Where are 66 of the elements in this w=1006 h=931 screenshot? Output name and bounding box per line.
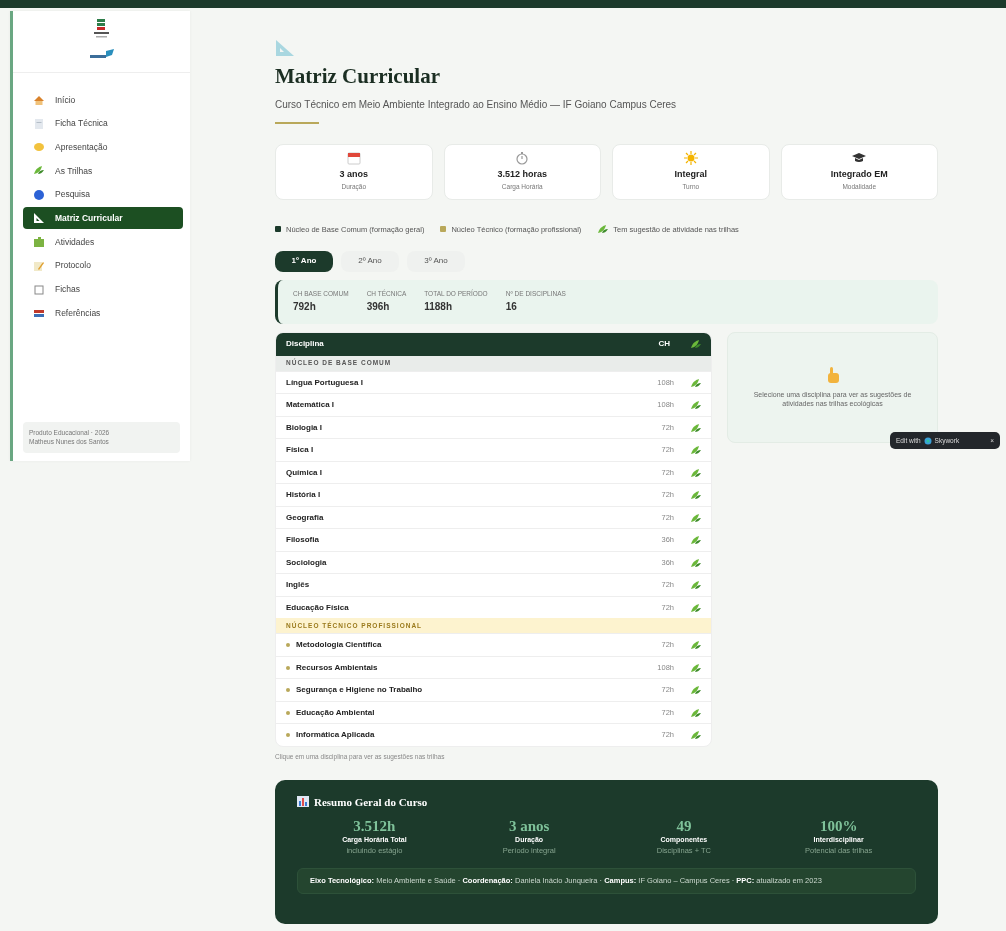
pencil-memo-icon: [33, 259, 45, 272]
fact-value: Integrado EM: [830, 168, 888, 182]
column-header: CH: [658, 338, 670, 351]
sidebar-item[interactable]: Apresentação: [23, 136, 183, 159]
subject-name: Inglês: [286, 579, 310, 591]
subject-name: Física I: [286, 444, 314, 456]
document-icon: [33, 117, 45, 130]
year-tab[interactable]: 1º Ano: [275, 250, 333, 272]
spiral-logo-icon: [923, 436, 932, 445]
year-tab[interactable]: 3º Ano: [407, 250, 465, 272]
summary-value: 792h: [293, 300, 317, 315]
subject-name: Matemática I: [286, 399, 335, 411]
subject-name: Filosofia: [286, 534, 319, 546]
sidebar-item[interactable]: Protocolo: [23, 254, 183, 277]
stat-value: 100%: [818, 818, 859, 835]
stat-value: 49: [675, 818, 693, 835]
sidebar-item[interactable]: As Trilhas: [23, 160, 183, 183]
subject-name: Educação Ambiental: [296, 706, 375, 719]
sidebar-item[interactable]: Início: [23, 89, 183, 111]
books-icon: [33, 307, 45, 320]
triangle-ruler-icon: [275, 39, 295, 57]
sidebar-item[interactable]: Ficha Técnica: [23, 112, 183, 135]
sidebar-item[interactable]: Referências: [23, 302, 183, 325]
stat-value: 3.512h: [352, 818, 397, 835]
sidebar-item[interactable]: Atividades: [23, 231, 183, 254]
leaf-icon: [597, 224, 609, 235]
sun-icon: [683, 151, 698, 166]
sidebar-item[interactable]: Matriz Curricular: [23, 207, 183, 230]
sidebar-item[interactable]: Pesquisa: [23, 183, 183, 206]
sidebar-item[interactable]: Fichas: [23, 278, 183, 301]
bullet-icon: [286, 710, 290, 715]
subject-name: Língua Portuguesa I: [286, 376, 363, 389]
stopwatch-icon: [515, 151, 530, 166]
column-header: Disciplina: [286, 338, 325, 351]
subject-name: Geografia: [286, 511, 324, 524]
year-tab[interactable]: 2º Ano: [341, 250, 399, 272]
subject-name: História I: [286, 489, 321, 501]
square-icon: [33, 283, 45, 296]
house-icon: [33, 94, 45, 106]
subject-name: Segurança e Higiene no Trabalho: [296, 684, 423, 696]
triangle-ruler-icon: [33, 212, 45, 225]
subject-name: Recursos Ambientais: [296, 661, 378, 674]
subject-name: Sociologia: [286, 556, 327, 569]
leaf-icon: [690, 339, 701, 350]
subject-name: Biologia I: [286, 421, 322, 434]
summary-value: 16: [505, 300, 518, 315]
bullet-icon: [286, 688, 290, 692]
bullet-icon: [286, 733, 290, 737]
page-title: Matriz Curricular: [275, 63, 442, 90]
circle-icon: [33, 188, 45, 201]
overview-title: Resumo Geral do Curso: [314, 794, 428, 810]
fact-value: 3 anos: [339, 168, 368, 182]
bar-chart-icon: [297, 796, 309, 808]
bullet-icon: [286, 643, 290, 647]
summary-value: 396h: [366, 300, 391, 315]
fact-value: Integral: [674, 168, 707, 182]
subject-name: Educação Física: [286, 601, 349, 614]
calendar-icon: [346, 151, 361, 166]
stat-value: 3 anos: [507, 818, 551, 835]
summary-value: 1188h: [424, 300, 454, 315]
subject-name: Metodologia Científica: [296, 639, 382, 651]
subject-name: Química I: [286, 466, 322, 479]
subject-name: Informática Aplicada: [296, 729, 375, 741]
fact-value: 3.512 horas: [497, 168, 547, 182]
bullet-icon: [286, 665, 290, 670]
page-subtitle: Curso Técnico em Meio Ambiente Integrado ao Ensino Médio — IF Goiano Campus Ceres: [275, 97, 678, 112]
